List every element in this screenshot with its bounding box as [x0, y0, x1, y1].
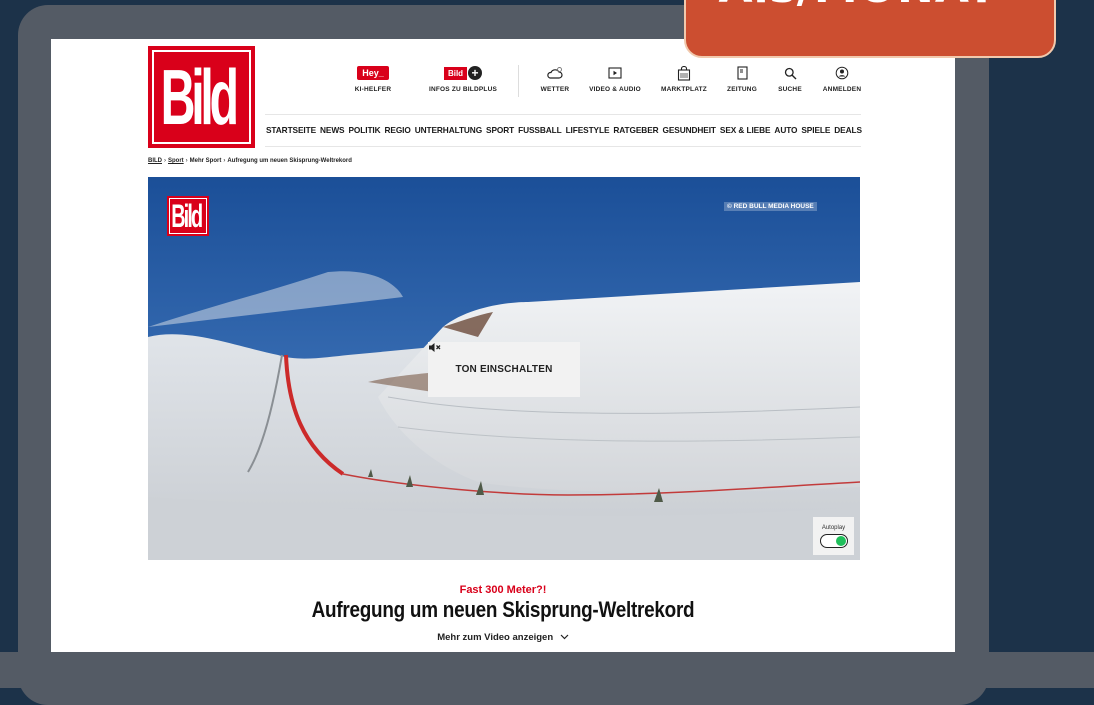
more-video-link[interactable]: Mehr zum Video anzeigen	[51, 632, 955, 643]
util-nav-label: INFOS ZU BILDPLUS	[428, 86, 498, 93]
nav-item-spiele[interactable]: SPIELE	[801, 125, 830, 135]
article-headline: Aufregung um neuen Skisprung-Weltrekord	[311, 597, 695, 622]
video-bild-logo: Bild	[167, 196, 209, 236]
breadcrumb-bild[interactable]: BILD	[148, 158, 162, 164]
nav-item-sport[interactable]: SPORT	[486, 125, 514, 135]
promo-price-badge: Als/MONAT*	[684, 0, 1056, 58]
breadcrumb-sport[interactable]: Sport	[168, 158, 184, 164]
bildplus-icon: Bild +	[443, 66, 483, 80]
unmute-button-label: TON EINSCHALTEN	[455, 364, 553, 375]
util-nav-anmelden[interactable]: ANMELDEN	[802, 63, 882, 93]
unmute-button[interactable]: TON EINSCHALTEN	[428, 342, 580, 397]
main-nav: STARTSEITE NEWS POLITIK REGIO UNTERHALTU…	[266, 125, 862, 135]
nav-item-regio[interactable]: REGIO	[385, 125, 411, 135]
autoplay-label: Autoplay	[821, 524, 846, 531]
autoplay-switch[interactable]	[819, 533, 848, 548]
util-nav-label: VIDEO & AUDIO	[589, 86, 641, 93]
nav-item-startseite[interactable]: STARTSEITE	[266, 125, 316, 135]
util-nav-label: KI-HELFER	[354, 86, 392, 93]
weather-icon	[547, 67, 563, 79]
bild-logo-text: Bild	[160, 53, 239, 141]
nav-item-ratgeber[interactable]: RATGEBER	[613, 125, 658, 135]
nav-item-fussball[interactable]: FUSSBALL	[518, 125, 562, 135]
nav-item-gesundheit[interactable]: GESUNDHEIT	[663, 125, 717, 135]
bild-logo[interactable]: Bild	[148, 46, 255, 148]
nav-item-news[interactable]: NEWS	[320, 125, 345, 135]
breadcrumb-current: Aufregung um neuen Skisprung-Weltrekord	[227, 158, 352, 164]
tablet-bottom-bezel	[0, 652, 1094, 688]
browser-page: Bild Hey_ KI-HELFER Bild + INFOS ZU BILDP…	[51, 39, 955, 653]
search-icon	[784, 67, 796, 79]
header-divider	[265, 114, 861, 115]
util-nav-ki-helfer[interactable]: Hey_ KI-HELFER	[333, 63, 413, 93]
marketplace-icon	[677, 65, 691, 81]
speaker-muted-icon	[429, 343, 441, 352]
nav-item-unterhaltung[interactable]: UNTERHALTUNG	[415, 125, 482, 135]
nav-item-auto[interactable]: AUTO	[774, 125, 797, 135]
autoplay-knob	[835, 535, 846, 546]
nav-divider	[265, 146, 861, 147]
promo-text: Als/MONAT*	[686, 0, 1054, 13]
nav-item-lifestyle[interactable]: LIFESTYLE	[566, 125, 610, 135]
nav-item-deals[interactable]: DEALS	[834, 125, 862, 135]
autoplay-toggle[interactable]: Autoplay	[813, 517, 854, 555]
newspaper-icon	[736, 66, 748, 80]
nav-item-sex-liebe[interactable]: SEX & LIEBE	[720, 125, 771, 135]
nav-item-politik[interactable]: POLITIK	[348, 125, 380, 135]
hey-badge-icon: Hey_	[357, 66, 389, 80]
user-icon	[835, 66, 849, 80]
chevron-down-icon	[560, 634, 569, 640]
util-nav-label: ANMELDEN	[822, 86, 862, 93]
article-kicker: Fast 300 Meter?!	[459, 584, 547, 596]
video-credit: © RED BULL MEDIA HOUSE	[724, 202, 817, 211]
more-video-label: Mehr zum Video anzeigen	[437, 632, 554, 643]
breadcrumb-mehr-sport[interactable]: Mehr Sport	[190, 158, 222, 164]
util-nav-video-audio[interactable]: VIDEO & AUDIO	[575, 63, 655, 93]
video-player[interactable]: Bild © RED BULL MEDIA HOUSE TON EINSCHAL…	[148, 177, 860, 560]
breadcrumb: BILD › Sport › Mehr Sport › Aufregung um neuen…	[148, 158, 352, 164]
video-icon	[608, 67, 622, 79]
util-nav-bildplus[interactable]: Bild + INFOS ZU BILDPLUS	[423, 63, 503, 93]
